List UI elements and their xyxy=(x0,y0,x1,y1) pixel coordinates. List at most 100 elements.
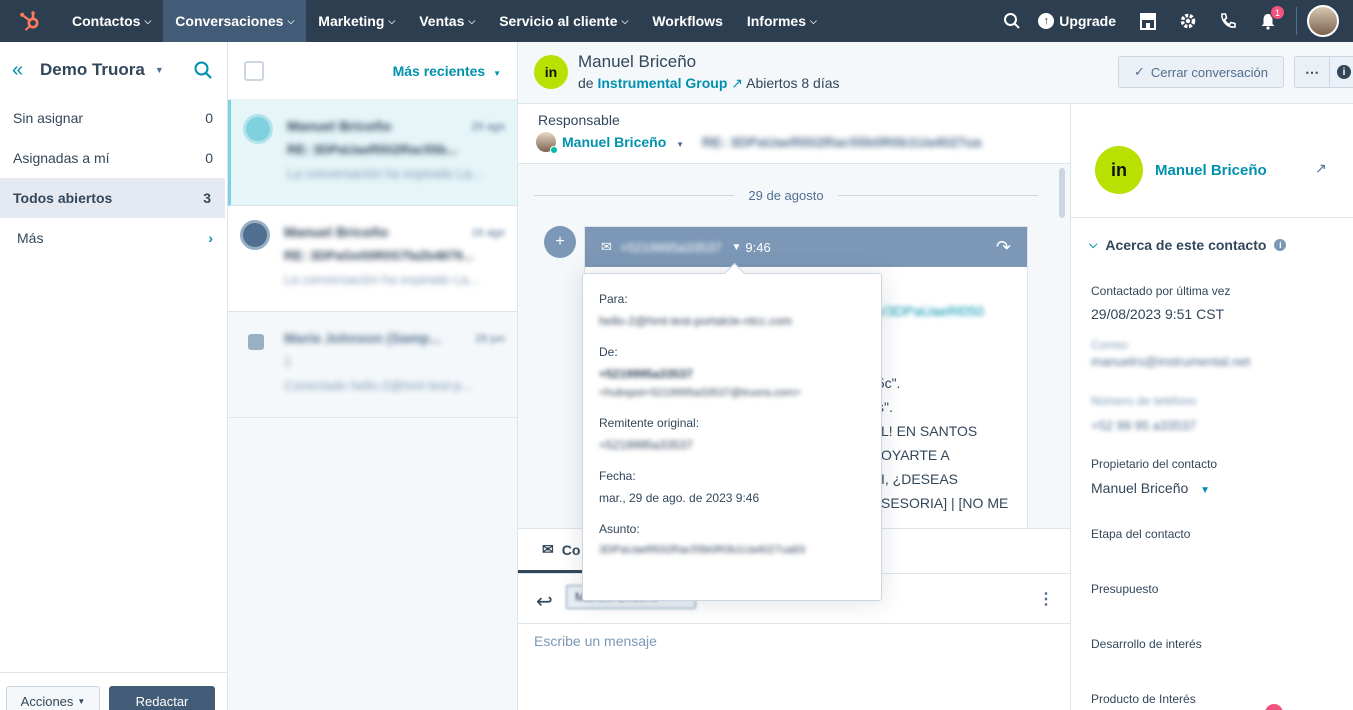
select-all-checkbox[interactable] xyxy=(244,60,264,81)
about-contact-header[interactable]: ⌵ Acerca de este contacto i xyxy=(1089,237,1287,253)
sidebar-footer: Acciones ▼ Redactar xyxy=(0,672,228,710)
sidebar-item-label: Sin asignar xyxy=(13,110,84,126)
conversation-name: Manuel Briceño xyxy=(284,224,389,240)
nav-label: Contactos xyxy=(72,13,141,29)
conversation-preview: La conversación ha expirado La... xyxy=(284,272,480,287)
sidebar-item-unassigned[interactable]: Sin asignar 0 xyxy=(0,98,227,138)
external-link-icon[interactable]: ↗ xyxy=(1315,160,1327,177)
chevron-down-icon: ⌵ xyxy=(144,15,152,26)
calling-icon[interactable] xyxy=(1208,0,1248,42)
company-link[interactable]: Instrumental Group xyxy=(597,75,727,91)
sidebar-item-more[interactable]: Más › xyxy=(0,218,227,258)
nav-servicio-al-cliente[interactable]: Servicio al cliente ⌵ xyxy=(487,0,640,42)
reply-icon[interactable]: ↩ xyxy=(536,589,553,614)
inbox-title[interactable]: Demo Truora xyxy=(40,60,145,80)
field-label[interactable]: Producto de Interés xyxy=(1091,692,1196,706)
field-value[interactable]: manuelrs@instrumental.net xyxy=(1091,354,1250,369)
caret-down-icon[interactable]: ▼ xyxy=(155,65,164,75)
search-icon[interactable] xyxy=(193,60,213,83)
conversation-name: Manuel Briceño xyxy=(287,118,392,134)
nav-workflows[interactable]: Workflows xyxy=(640,0,735,42)
popover-original-sender: Remitente original: +5219995a33537 xyxy=(599,416,865,452)
contact-avatar xyxy=(243,114,273,144)
conversation-item[interactable]: María Johnson (Samp... 29 jun 1 Conectad… xyxy=(228,312,517,418)
nav-label: Workflows xyxy=(652,13,723,29)
email-body-link[interactable]: e/3DPaUaeRl050 xyxy=(875,303,984,319)
email-body-line: SESORIA] | [NO ME xyxy=(881,495,1009,511)
field-value[interactable]: +52 99 95 a33537 xyxy=(1091,418,1196,433)
bell-icon[interactable]: 1 xyxy=(1248,0,1288,42)
field-label[interactable]: Etapa del contacto xyxy=(1091,527,1190,541)
subject-value: 3DPaUaeRl0i2Rac55b0R0b1Ua4027ua83 xyxy=(599,544,806,556)
owner-name: Manuel Briceño xyxy=(562,134,667,150)
arrow-up-icon: ↑ xyxy=(1038,13,1055,29)
owner-bar: Responsable Manuel Briceño ▼ RE: 3DPaUae… xyxy=(518,104,1070,164)
company-avatar[interactable]: in xyxy=(534,55,568,89)
nav-label: Ventas xyxy=(419,13,465,29)
sidebar-item-assigned-to-me[interactable]: Asignadas a mí 0 xyxy=(0,138,227,178)
external-link-icon[interactable]: ↗ xyxy=(731,75,743,91)
nav-label: Informes xyxy=(746,13,806,29)
contact-panel: in Manuel Briceño ↗ ⌵ Acerca de este con… xyxy=(1070,104,1353,710)
close-conversation-label: Cerrar conversación xyxy=(1150,64,1268,80)
conversation-subject: RE: 3DPaUaeRl0i2Rac55b... xyxy=(287,142,458,157)
scrollbar[interactable] xyxy=(1056,164,1068,528)
actions-button[interactable]: Acciones ▼ xyxy=(6,686,100,710)
popover-date: Fecha: mar., 29 de ago. de 2023 9:46 xyxy=(599,469,865,505)
chevron-down-icon: ⌵ xyxy=(809,15,817,26)
more-options-button[interactable]: ⋯ xyxy=(1294,56,1330,88)
field-value: 29/08/2023 9:51 CST xyxy=(1091,306,1225,322)
caret-down-icon: ▼ xyxy=(77,696,86,706)
contact-name-link[interactable]: Manuel Briceño xyxy=(1155,162,1267,179)
field-label: Número de teléfono xyxy=(1091,394,1197,408)
owner-dropdown[interactable]: Manuel Briceño ▼ xyxy=(562,134,684,150)
sort-dropdown[interactable]: Más recientes ▼ xyxy=(393,63,501,79)
owner-dropdown[interactable]: Manuel Briceño ▼ xyxy=(1091,480,1210,496)
user-avatar[interactable] xyxy=(1307,5,1339,37)
nav-marketing[interactable]: Marketing ⌵ xyxy=(306,0,407,42)
message-input[interactable] xyxy=(534,633,1054,649)
scroll-thumb[interactable] xyxy=(1059,168,1065,218)
divider xyxy=(837,195,1038,196)
gear-icon[interactable] xyxy=(1168,0,1208,42)
conversation-subject: 1 xyxy=(284,354,292,369)
contact-avatar[interactable]: in xyxy=(1095,146,1143,194)
field-label[interactable]: Presupuesto xyxy=(1091,582,1158,596)
nav-ventas[interactable]: Ventas ⌵ xyxy=(407,0,487,42)
chevron-down-icon: ⌵ xyxy=(388,15,396,26)
conversation-date: 29 jun xyxy=(475,333,505,345)
help-widget[interactable] xyxy=(1265,704,1283,710)
nav-contactos[interactable]: Contactos ⌵ xyxy=(60,0,163,42)
conversation-item[interactable]: Manuel Briceño 16 ago RE: 3DPaGe00R0S7fa… xyxy=(228,206,517,312)
chat-icon xyxy=(248,334,264,350)
date-separator: 29 de agosto xyxy=(534,188,1038,203)
chevron-right-icon: › xyxy=(208,230,213,246)
compose-button[interactable]: Redactar xyxy=(109,686,215,710)
field-label: Correo xyxy=(1091,338,1128,352)
popover-to: Para: hello-2@hmt-test-portalcle-ntcc.co… xyxy=(599,292,865,328)
forward-icon[interactable]: ↷ xyxy=(996,237,1011,258)
email-body-line: L! EN SANTOS xyxy=(881,423,978,439)
search-icon[interactable] xyxy=(992,0,1032,42)
info-icon[interactable]: i xyxy=(1329,56,1353,88)
add-icon[interactable]: + xyxy=(544,226,576,258)
sidebar-item-all-open[interactable]: Todos abiertos 3 xyxy=(0,178,225,218)
nav-informes[interactable]: Informes ⌵ xyxy=(735,0,829,42)
caret-down-icon[interactable]: ▼ xyxy=(732,242,742,253)
close-conversation-button[interactable]: ✓ Cerrar conversación xyxy=(1118,56,1284,88)
top-nav: Contactos ⌵ Conversaciones ⌵ Marketing ⌵ Ve… xyxy=(0,0,1353,42)
upgrade-button[interactable]: ↑ Upgrade xyxy=(1032,13,1128,29)
marketplace-icon[interactable] xyxy=(1128,0,1168,42)
field-label[interactable]: Desarrollo de interés xyxy=(1091,637,1202,651)
owner-value: Manuel Briceño xyxy=(1091,480,1189,496)
kebab-menu-icon[interactable]: ⋮ xyxy=(1038,589,1054,609)
info-icon[interactable]: i xyxy=(1274,239,1287,251)
conversation-item[interactable]: Manuel Briceño 29 ago RE: 3DPaUaeRl0i2Ra… xyxy=(228,100,517,206)
from-email: <hubspot+5219995a33537@truora.com> xyxy=(599,387,801,399)
double-chevron-left-icon[interactable]: « xyxy=(12,59,40,82)
hubspot-logo-icon[interactable] xyxy=(0,0,60,42)
sidebar-item-label: Asignadas a mí xyxy=(13,150,110,166)
email-time: 9:46 xyxy=(745,239,771,255)
nav-conversaciones[interactable]: Conversaciones ⌵ xyxy=(163,0,307,42)
actions-label: Acciones xyxy=(20,693,74,709)
